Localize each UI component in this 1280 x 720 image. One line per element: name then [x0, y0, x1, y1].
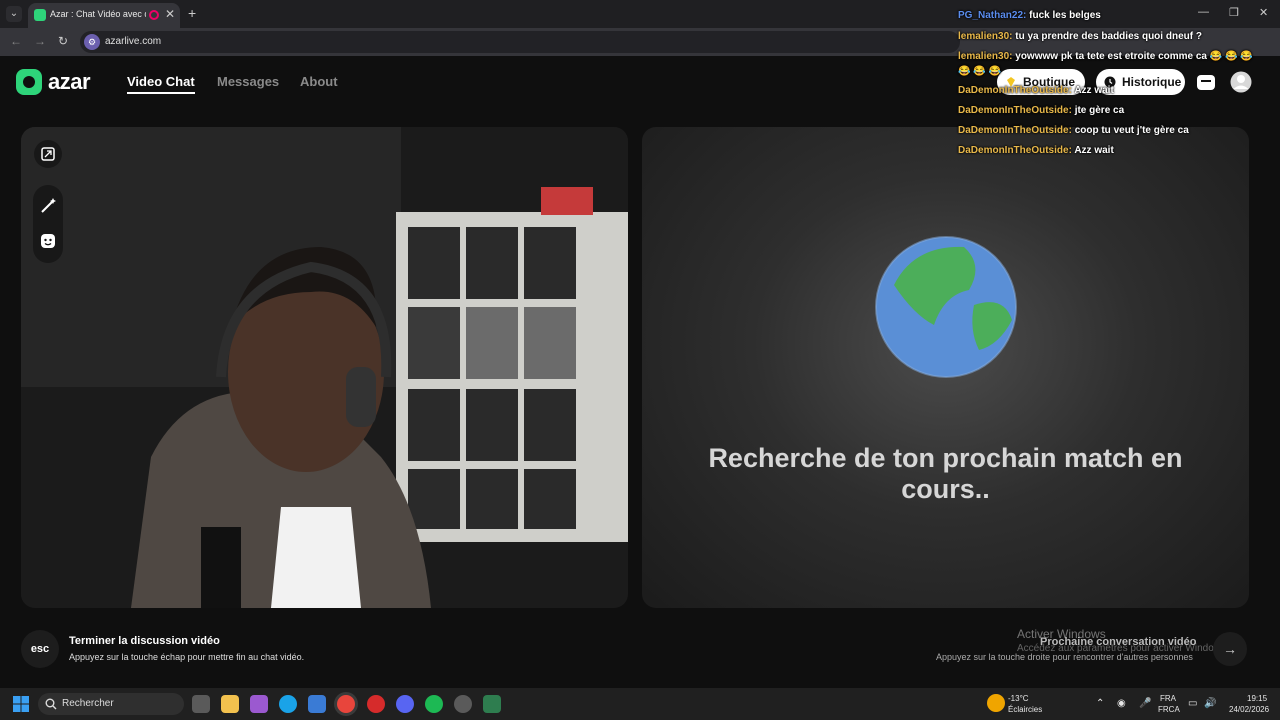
recording-icon [149, 10, 159, 20]
self-camera-feed [21, 127, 628, 608]
url-bar[interactable]: ⚙ azarlive.com [80, 31, 960, 53]
chat-message: DaDemonInTheOutside: Azz wait [958, 85, 1114, 96]
spotify-icon[interactable] [425, 695, 443, 713]
store-icon[interactable] [308, 695, 326, 713]
nav-video-chat[interactable]: Video Chat [127, 74, 195, 94]
obs-icon[interactable] [454, 695, 472, 713]
file-explorer-icon[interactable] [221, 695, 239, 713]
clock-date[interactable]: 24/02/2026 [1229, 705, 1269, 714]
taskbar-search-placeholder: Rechercher [62, 698, 114, 709]
chat-text: Azz wait [1074, 85, 1114, 96]
chat-text: Azz wait [1074, 145, 1114, 156]
globe-icon [875, 236, 1017, 378]
next-chat-title: Prochaine conversation vidéo [1040, 636, 1197, 648]
nav-about[interactable]: About [300, 74, 338, 89]
chat-username: DaDemonInTheOutside: [958, 125, 1072, 136]
taskbar-search-box[interactable]: Rechercher [38, 693, 184, 715]
chat-message: lemalien30: tu ya prendre des baddies qu… [958, 31, 1202, 42]
weather-description: Éclaircies [1008, 705, 1043, 714]
nav-messages[interactable]: Messages [217, 74, 279, 89]
keyboard-layout[interactable]: FRCA [1158, 705, 1180, 714]
chat-username: lemalien30: [958, 51, 1013, 62]
chat-message: DaDemonInTheOutside: Azz wait [958, 145, 1114, 156]
site-info-icon[interactable]: ⚙ [84, 34, 100, 50]
discord-icon[interactable] [396, 695, 414, 713]
windows-start-icon[interactable] [13, 696, 29, 712]
search-icon [45, 698, 57, 710]
expand-button[interactable] [34, 140, 62, 168]
browser-tab[interactable]: Azar : Chat Vidéo avec de n ✕ [28, 3, 180, 28]
azar-favicon-icon [34, 9, 46, 21]
esc-key-button[interactable]: esc [21, 630, 59, 668]
tab-title: Azar : Chat Vidéo avec de n [50, 9, 146, 19]
reload-icon[interactable]: ↻ [58, 34, 68, 48]
match-search-status: Recherche de ton prochain match en cours… [708, 443, 1183, 504]
weather-icon[interactable] [987, 694, 1005, 712]
chat-message: DaDemonInTheOutside: coop tu veut j'te g… [958, 125, 1189, 136]
forward-icon[interactable]: → [34, 34, 46, 48]
chat-username: DaDemonInTheOutside: [958, 105, 1072, 116]
face-filter-icon[interactable] [36, 229, 60, 253]
opera-icon[interactable] [367, 695, 385, 713]
tab-close-button[interactable]: ✕ [165, 7, 175, 21]
end-chat-subtitle: Appuyez sur la touche échap pour mettre … [69, 652, 305, 662]
end-chat-title: Terminer la discussion vidéo [69, 635, 220, 647]
tab-search-button[interactable]: ⌄ [6, 6, 22, 22]
copilot-icon[interactable] [250, 695, 268, 713]
self-video-panel [21, 127, 628, 608]
xbox-icon[interactable] [483, 695, 501, 713]
effects-toolbar [33, 185, 63, 263]
chevron-up-icon[interactable]: ⌃ [1096, 698, 1104, 709]
wifi-icon[interactable]: ▭ [1188, 698, 1197, 709]
chat-text: fuck les belges [1029, 10, 1101, 21]
new-tab-button[interactable]: + [188, 5, 196, 21]
language-code[interactable]: FRA [1160, 694, 1176, 703]
stream-chat-overlay: PG_Nathan22: fuck les belges lemalien30:… [958, 0, 1280, 170]
azar-logo-icon[interactable] [16, 69, 42, 95]
chat-message: DaDemonInTheOutside: jte gère ca [958, 105, 1124, 116]
partner-video-panel: Recherche de ton prochain match en cours… [642, 127, 1249, 608]
magic-wand-icon[interactable] [36, 194, 60, 218]
windows-taskbar: Rechercher -13°C Éclaircies ⌃ ◉ 🎤 FRA FR… [0, 688, 1280, 720]
chrome-icon[interactable] [337, 695, 355, 713]
task-view-icon[interactable] [192, 695, 210, 713]
chat-text: coop tu veut j'te gère ca [1074, 125, 1189, 136]
chat-username: lemalien30: [958, 31, 1013, 42]
chat-text: 😂 😂 😂 [958, 66, 1001, 77]
chat-text: tu ya prendre des baddies quoi dneuf ? [1015, 31, 1202, 42]
volume-icon[interactable]: 🔊 [1204, 698, 1216, 709]
weather-temperature: -13°C [1008, 694, 1029, 703]
chat-username: PG_Nathan22: [958, 10, 1027, 21]
chat-username: DaDemonInTheOutside: [958, 85, 1072, 96]
back-icon[interactable]: ← [10, 34, 22, 48]
azar-logo-text[interactable]: azar [48, 69, 91, 95]
chat-text: jte gère ca [1074, 105, 1125, 116]
next-chat-button[interactable]: → [1213, 632, 1247, 666]
chat-text: yowwww pk ta tete est etroite comme ca 😂… [1015, 51, 1253, 62]
url-text: azarlive.com [105, 36, 162, 47]
network-tray-icon[interactable]: ◉ [1117, 698, 1126, 709]
chat-message: lemalien30: yowwww pk ta tete est etroit… [958, 51, 1253, 62]
expand-icon [41, 147, 55, 161]
chat-username: DaDemonInTheOutside: [958, 145, 1072, 156]
edge-icon[interactable] [279, 695, 297, 713]
chat-message: PG_Nathan22: fuck les belges [958, 10, 1101, 21]
microphone-icon[interactable]: 🎤 [1139, 698, 1151, 709]
chat-message: 😂 😂 😂 [958, 66, 1001, 77]
clock-time[interactable]: 19:15 [1247, 694, 1267, 703]
next-chat-subtitle: Appuyez sur la touche droite pour rencon… [936, 652, 1193, 662]
